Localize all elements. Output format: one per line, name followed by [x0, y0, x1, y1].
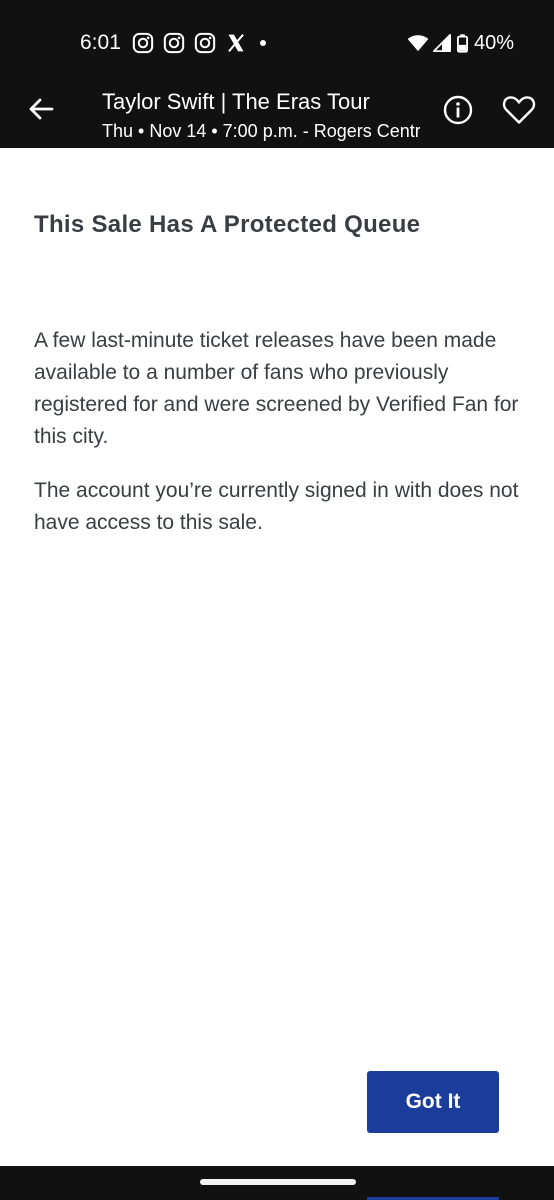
status-time: 6:01	[80, 31, 121, 54]
dialog-access-message: The account you’re currently signed in w…	[34, 479, 519, 534]
arrow-left-icon	[29, 98, 54, 120]
instagram-icon	[132, 32, 154, 54]
event-subtitle: Thu • Nov 14 • 7:00 p.m. - Rogers Centre	[102, 121, 420, 141]
info-icon	[443, 95, 473, 125]
dialog-heading: This Sale Has A Protected Queue	[34, 211, 421, 238]
battery-percentage: 40%	[473, 32, 514, 54]
app-header: 6:01 40% Taylor Swift | The Eras Tour Th…	[0, 0, 554, 148]
favorite-button[interactable]	[498, 90, 540, 130]
dialog-message: A few last-minute ticket releases have b…	[34, 329, 519, 448]
x-icon	[228, 34, 244, 52]
notification-icons	[132, 32, 266, 54]
dot-icon	[260, 40, 266, 46]
back-button[interactable]	[20, 88, 62, 130]
event-title: Taylor Swift | The Eras Tour	[102, 89, 370, 114]
instagram-icon	[194, 32, 216, 54]
system-icons: 40%	[407, 30, 514, 56]
got-it-button[interactable]: Got It	[367, 1071, 499, 1133]
instagram-icon	[163, 32, 185, 54]
navigation-bar	[0, 1166, 554, 1200]
info-button[interactable]	[438, 90, 478, 130]
battery-icon	[456, 33, 468, 53]
wifi-icon	[407, 35, 429, 52]
status-bar: 6:01 40%	[0, 0, 554, 86]
signal-icon	[432, 34, 451, 52]
heart-icon	[502, 96, 536, 124]
home-gesture-handle[interactable]	[200, 1179, 356, 1185]
